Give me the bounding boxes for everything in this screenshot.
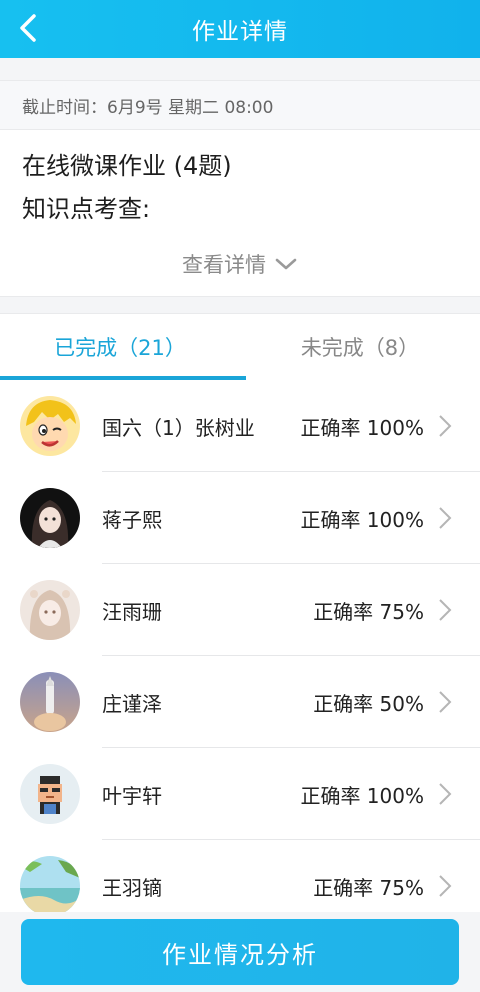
anime-girl-light-avatar bbox=[20, 580, 80, 640]
tab-not-completed[interactable]: 未完成（8） bbox=[240, 314, 480, 380]
student-row[interactable]: 蒋子熙 正确率 100% bbox=[0, 472, 480, 564]
student-name: 蒋子熙 bbox=[102, 507, 162, 532]
cartoon-face-avatar bbox=[20, 396, 80, 456]
accuracy-rate: 正确率 100% bbox=[300, 507, 424, 532]
knowledge-points-label: 知识点考查: bbox=[22, 195, 151, 223]
student-name: 王羽镝 bbox=[102, 875, 162, 900]
accuracy-rate: 正确率 75% bbox=[313, 875, 424, 900]
chevron-down-icon bbox=[275, 258, 297, 270]
student-row[interactable]: 国六（1）张树业 正确率 100% bbox=[0, 380, 480, 472]
student-row[interactable]: 王羽镝 正确率 75% bbox=[0, 840, 480, 912]
top-nav-bar: 作业详情 bbox=[0, 0, 480, 58]
student-list: 国六（1）张树业 正确率 100% 蒋子熙 正确率 100% 汪雨珊 正确率 7… bbox=[0, 380, 480, 912]
accuracy-rate: 正确率 50% bbox=[313, 691, 424, 716]
accuracy-rate: 正确率 100% bbox=[300, 783, 424, 808]
pixel-character-avatar bbox=[20, 764, 80, 824]
student-name: 庄谨泽 bbox=[102, 691, 162, 716]
assignment-title: 在线微课作业 (4题) bbox=[22, 152, 232, 180]
chevron-right-icon bbox=[439, 507, 452, 529]
view-detail-toggle[interactable]: 查看详情 bbox=[0, 244, 480, 284]
chevron-right-icon bbox=[439, 691, 452, 713]
student-row[interactable]: 汪雨珊 正确率 75% bbox=[0, 564, 480, 656]
chevron-right-icon bbox=[439, 875, 452, 897]
landscape-avatar bbox=[20, 856, 80, 912]
rocket-avatar bbox=[20, 672, 80, 732]
chevron-right-icon bbox=[439, 783, 452, 805]
tab-completed[interactable]: 已完成（21） bbox=[0, 314, 240, 380]
student-row[interactable]: 庄谨泽 正确率 50% bbox=[0, 656, 480, 748]
page-title: 作业详情 bbox=[192, 19, 288, 45]
chevron-left-icon bbox=[20, 14, 36, 42]
deadline-bar: 截止时间：6月9号 星期二 08:00 bbox=[0, 80, 480, 130]
accuracy-rate: 正确率 100% bbox=[300, 415, 424, 440]
assignment-info: 在线微课作业 (4题) 知识点考查: 查看详情 bbox=[0, 130, 480, 297]
anime-girl-avatar bbox=[20, 488, 80, 548]
chevron-right-icon bbox=[439, 415, 452, 437]
student-name: 叶宇轩 bbox=[102, 783, 162, 808]
completion-tabs: 已完成（21） 未完成（8） bbox=[0, 313, 480, 381]
view-detail-label: 查看详情 bbox=[182, 253, 266, 277]
student-name: 国六（1）张树业 bbox=[102, 415, 255, 440]
accuracy-rate: 正确率 75% bbox=[313, 599, 424, 624]
analyze-homework-button[interactable]: 作业情况分析 bbox=[21, 919, 459, 985]
deadline-text: 截止时间：6月9号 星期二 08:00 bbox=[22, 97, 274, 118]
back-button[interactable] bbox=[6, 6, 50, 50]
student-name: 汪雨珊 bbox=[102, 599, 162, 624]
chevron-right-icon bbox=[439, 599, 452, 621]
student-row[interactable]: 叶宇轩 正确率 100% bbox=[0, 748, 480, 840]
